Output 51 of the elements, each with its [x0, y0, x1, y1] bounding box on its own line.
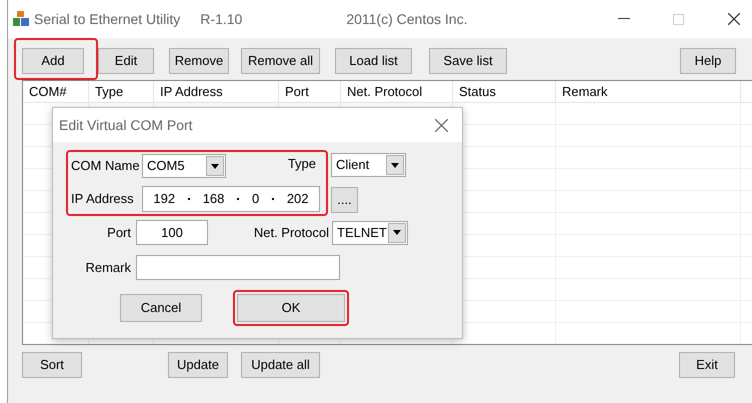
toolbar-button[interactable]: Save list	[429, 48, 507, 74]
ip-octet: 0	[252, 190, 260, 208]
port-field[interactable]: 100	[136, 220, 208, 245]
close-icon[interactable]	[728, 13, 740, 25]
dot-separator-icon	[237, 198, 240, 200]
version-label: R-1.10	[200, 10, 242, 28]
column-header[interactable]: Net. Protocol	[341, 81, 453, 102]
remark-field[interactable]	[136, 255, 340, 280]
minimize-icon[interactable]	[618, 18, 630, 20]
toolbar-button[interactable]: Edit	[98, 48, 154, 74]
toolbar-button[interactable]: Load list	[335, 48, 412, 74]
port-label: Port	[106, 224, 132, 242]
com-name-label: COM Name	[70, 157, 141, 176]
dialog-button[interactable]: OK	[237, 294, 345, 322]
toolbar-button[interactable]: Remove all	[241, 48, 320, 74]
remark-label: Remark	[84, 258, 132, 277]
dropdown-arrow-icon	[393, 230, 401, 235]
browse-button[interactable]: ....	[331, 187, 358, 213]
dialog-button[interactable]: Cancel	[120, 294, 202, 322]
window-title: Serial to Ethernet Utility	[34, 10, 180, 29]
footer-button[interactable]: Update	[168, 352, 228, 378]
dot-separator-icon	[188, 198, 190, 200]
toolbar-button[interactable]: Help	[680, 48, 736, 74]
com-name-dropdown[interactable]: COM5	[142, 154, 226, 178]
app-icon	[12, 10, 30, 28]
column-header[interactable]: IP Address	[154, 81, 279, 102]
copyright-label: 2011(c) Centos Inc.	[346, 10, 468, 29]
close-icon[interactable]	[435, 118, 448, 132]
ip-address-label: IP Address	[70, 190, 135, 208]
ip-octet: 168	[202, 190, 224, 208]
toolbar-button[interactable]: Remove	[169, 48, 229, 74]
footer-button[interactable]: Exit	[679, 352, 735, 378]
toolbar-button[interactable]: Add	[22, 48, 84, 74]
dialog-title: Edit Virtual COM Port	[59, 116, 194, 134]
column-header[interactable]: Remark	[556, 81, 741, 102]
net-protocol-label: Net. Protocol	[252, 224, 330, 242]
ip-address-field[interactable]: 192 168 0 202	[142, 186, 320, 212]
type-dropdown[interactable]: Client	[331, 153, 406, 177]
dropdown-arrow-icon	[211, 164, 219, 168]
footer-button[interactable]: Sort	[22, 352, 82, 378]
ip-octet: 192	[153, 190, 176, 208]
dropdown-arrow-icon	[391, 162, 399, 168]
footer-button[interactable]: Update all	[241, 352, 320, 378]
column-header[interactable]: Port	[279, 81, 341, 102]
column-header[interactable]: COM#	[23, 81, 89, 102]
column-header[interactable]: Status	[453, 81, 556, 102]
type-label: Type	[286, 155, 316, 173]
ip-octet: 202	[286, 190, 309, 208]
net-protocol-dropdown[interactable]: TELNET	[332, 220, 408, 244]
dot-separator-icon	[272, 198, 274, 200]
column-header[interactable]: Type	[89, 81, 154, 102]
